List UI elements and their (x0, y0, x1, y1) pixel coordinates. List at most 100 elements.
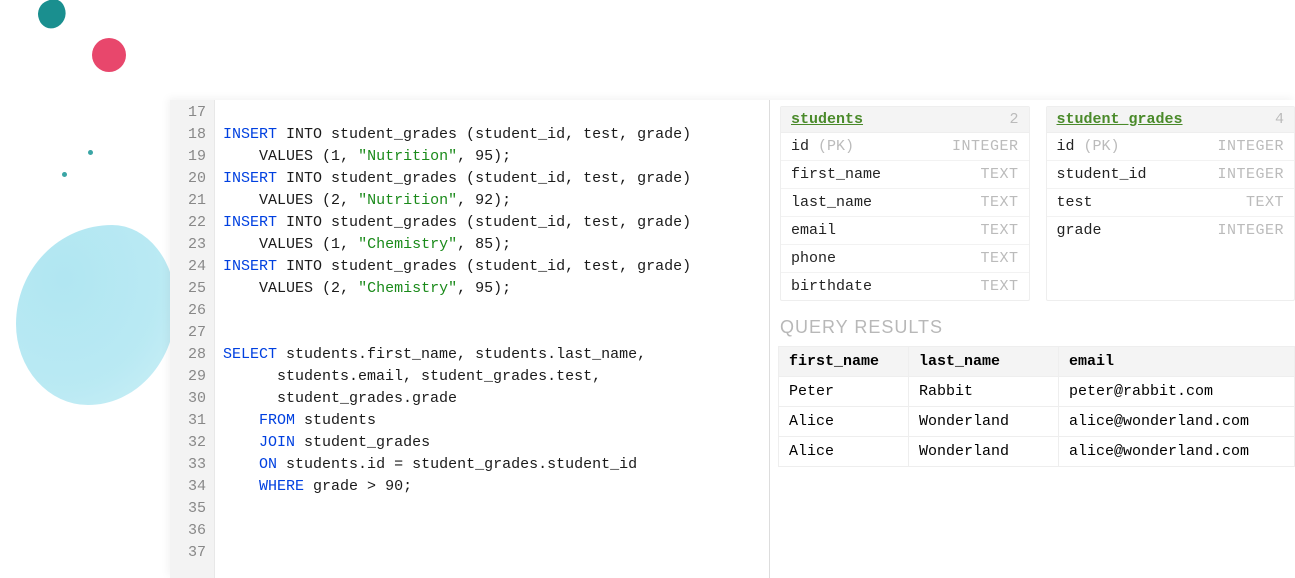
schema-column-row: id (PK) INTEGER (1047, 133, 1295, 161)
line-number: 35 (188, 498, 206, 520)
code-line[interactable]: VALUES (1, "Chemistry", 85); (223, 234, 691, 256)
line-number: 25 (188, 278, 206, 300)
results-header-cell: email (1059, 347, 1295, 377)
results-cell: Alice (779, 437, 909, 467)
schema-table-name-link[interactable]: student_grades (1057, 111, 1183, 128)
query-results-table: first_namelast_nameemailPeterRabbitpeter… (778, 346, 1295, 467)
code-line[interactable]: students.email, student_grades.test, (223, 366, 691, 388)
line-number: 19 (188, 146, 206, 168)
code-line[interactable]: INSERT INTO student_grades (student_id, … (223, 256, 691, 278)
schema-column-row: phoneTEXT (781, 245, 1029, 273)
schema-column-row: id (PK) INTEGER (781, 133, 1029, 161)
sql-editor-app: 1718192021222324252627282930313233343536… (170, 100, 1295, 578)
code-line[interactable]: JOIN student_grades (223, 432, 691, 454)
results-cell: Wonderland (909, 407, 1059, 437)
schema-column-type: TEXT (980, 194, 1018, 211)
schema-column-type: TEXT (980, 278, 1018, 295)
results-cell: Rabbit (909, 377, 1059, 407)
schema-column-row: student_id INTEGER (1047, 161, 1295, 189)
code-line[interactable] (223, 322, 691, 344)
schema-table: student_grades 4 id (PK) INTEGER student_id I… (1046, 106, 1295, 301)
code-line[interactable] (223, 300, 691, 322)
schema-column-row: grade INTEGER (1047, 217, 1295, 244)
code-line[interactable]: INSERT INTO student_grades (student_id, … (223, 168, 691, 190)
line-number: 31 (188, 410, 206, 432)
results-cell: Peter (779, 377, 909, 407)
code-area[interactable]: INSERT INTO student_grades (student_id, … (215, 100, 699, 578)
code-line[interactable]: VALUES (1, "Nutrition", 95); (223, 146, 691, 168)
line-number: 24 (188, 256, 206, 278)
code-line[interactable]: INSERT INTO student_grades (student_id, … (223, 124, 691, 146)
schema-column-row: first_name TEXT (781, 161, 1029, 189)
schema-column-name: email (791, 222, 836, 239)
schema-column-type: INTEGER (1217, 166, 1284, 183)
results-cell: Wonderland (909, 437, 1059, 467)
code-line[interactable] (223, 498, 691, 520)
results-cell: Alice (779, 407, 909, 437)
schema-column-type: TEXT (980, 222, 1018, 239)
schema-table-name-link[interactable]: students (791, 111, 863, 128)
code-line[interactable]: VALUES (2, "Nutrition", 92); (223, 190, 691, 212)
line-number: 29 (188, 366, 206, 388)
code-line[interactable]: student_grades.grade (223, 388, 691, 410)
schema-column-type: TEXT (1246, 194, 1284, 211)
schema-column-name: id (PK) (791, 138, 854, 155)
line-number: 30 (188, 388, 206, 410)
schema-column-name: grade (1057, 222, 1102, 239)
line-number: 18 (188, 124, 206, 146)
schema-column-name: student_id (1057, 166, 1147, 183)
code-line[interactable]: VALUES (2, "Chemistry", 95); (223, 278, 691, 300)
line-number: 23 (188, 234, 206, 256)
schema-column-type: TEXT (980, 166, 1018, 183)
code-line[interactable]: ON students.id = student_grades.student_… (223, 454, 691, 476)
results-cell: peter@rabbit.com (1059, 377, 1295, 407)
results-row: PeterRabbitpeter@rabbit.com (779, 377, 1295, 407)
schema-column-type: INTEGER (952, 138, 1019, 155)
line-number: 26 (188, 300, 206, 322)
code-line[interactable] (223, 520, 691, 542)
results-row: AliceWonderlandalice@wonderland.com (779, 407, 1295, 437)
schema-row-count: 4 (1275, 111, 1284, 128)
code-line[interactable]: SELECT students.first_name, students.las… (223, 344, 691, 366)
code-line[interactable]: FROM students (223, 410, 691, 432)
decorative-teal-blob (34, 0, 70, 32)
schema-column-name: id (PK) (1057, 138, 1120, 155)
line-number: 27 (188, 322, 206, 344)
results-cell: alice@wonderland.com (1059, 437, 1295, 467)
line-number: 28 (188, 344, 206, 366)
decorative-pink-circle (92, 38, 126, 72)
schema-column-type: INTEGER (1217, 222, 1284, 239)
line-number-gutter: 1718192021222324252627282930313233343536… (170, 100, 215, 578)
code-line[interactable] (223, 102, 691, 124)
line-number: 32 (188, 432, 206, 454)
schema-column-name: first_name (791, 166, 881, 183)
results-panel: students 2 id (PK) INTEGER first_name TEXT las… (770, 100, 1295, 578)
line-number: 34 (188, 476, 206, 498)
code-line[interactable] (223, 542, 691, 564)
results-row: AliceWonderlandalice@wonderland.com (779, 437, 1295, 467)
schema-table-header: student_grades 4 (1047, 107, 1295, 133)
line-number: 22 (188, 212, 206, 234)
code-editor[interactable]: 1718192021222324252627282930313233343536… (170, 100, 770, 578)
line-number: 17 (188, 102, 206, 124)
schema-table: students2id (PK)INTEGERfirst_nameTEXTlas… (780, 106, 1030, 301)
line-number: 33 (188, 454, 206, 476)
code-line[interactable]: INSERT INTO student_grades (student_id, … (223, 212, 691, 234)
query-results-heading: QUERY RESULTS (770, 311, 1295, 346)
schema-column-row: test TEXT (1047, 189, 1295, 217)
schema-column-name: test (1057, 194, 1093, 211)
schema-column-name: phone (791, 250, 836, 267)
schema-browser: students2id (PK)INTEGERfirst_nameTEXTlas… (770, 100, 1295, 311)
schema-column-name: birthdate (791, 278, 872, 295)
line-number: 21 (188, 190, 206, 212)
schema-column-row: email TEXT (781, 217, 1029, 245)
line-number: 36 (188, 520, 206, 542)
decorative-blue-blob (16, 225, 176, 405)
results-header-cell: last_name (909, 347, 1059, 377)
results-header-cell: first_name (779, 347, 909, 377)
code-line[interactable]: WHERE grade > 90; (223, 476, 691, 498)
schema-column-type: INTEGER (1217, 138, 1284, 155)
schema-row-count: 2 (1009, 111, 1018, 128)
results-header-row: first_namelast_nameemail (779, 347, 1295, 377)
line-number: 20 (188, 168, 206, 190)
